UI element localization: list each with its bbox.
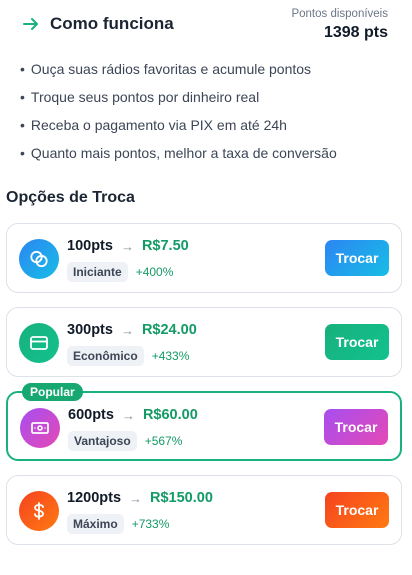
trade-button[interactable]: Trocar <box>325 240 389 276</box>
how-it-works-panel: Como funciona Pontos disponíveis 1398 pt… <box>0 0 412 575</box>
banknote-icon <box>20 408 60 448</box>
exchange-rate: 600pts → R$60.00 <box>68 407 198 423</box>
money-amount: R$7.50 <box>141 238 189 254</box>
money-amount: R$24.00 <box>141 322 197 338</box>
money-amount: R$60.00 <box>142 407 198 423</box>
tier-badge: Iniciante <box>67 262 128 282</box>
tier-row: Iniciante +400% <box>67 262 173 282</box>
available-points-label: Pontos disponíveis <box>291 8 388 20</box>
tier-badge: Vantajoso <box>68 431 137 451</box>
how-it-works-heading: Como funciona <box>22 14 174 34</box>
arrow-right-icon: → <box>120 322 134 338</box>
exchange-option-card-popular: Popular 600pts → R$60.00 Vantajoso +567%… <box>6 383 402 461</box>
points-amount: 1200pts <box>67 490 122 506</box>
available-points: Pontos disponíveis 1398 pts <box>291 8 388 42</box>
tier-row: Econômico +433% <box>67 346 189 366</box>
exchange-option-card: 100pts → R$7.50 Iniciante +400% Trocar <box>6 223 402 293</box>
points-amount: 100pts <box>67 238 113 254</box>
header: Como funciona Pontos disponíveis 1398 pt… <box>0 0 412 52</box>
tier-row: Máximo +733% <box>67 514 169 534</box>
bonus-percent: +733% <box>131 517 170 531</box>
arrow-right-icon: → <box>121 407 135 423</box>
exchange-options-title: Opções de Troca <box>6 189 135 206</box>
list-item: • Troque seus pontos por dinheiro real <box>20 88 400 116</box>
bonus-percent: +567% <box>144 434 183 448</box>
exchange-rate: 1200pts → R$150.00 <box>67 490 213 506</box>
trade-button[interactable]: Trocar <box>324 409 388 445</box>
list-item-text: Receba o pagamento via PIX em até 24h <box>30 117 287 133</box>
credit-card-icon <box>19 323 59 363</box>
bonus-percent: +433% <box>151 349 190 363</box>
bonus-percent: +400% <box>135 265 174 279</box>
exchange-option-card: 1200pts → R$150.00 Máximo +733% Trocar <box>6 475 402 545</box>
how-it-works-list: • Ouça suas rádios favoritas e acumule po… <box>20 60 400 172</box>
list-item: • Quanto mais pontos, melhor a taxa de co… <box>20 144 400 172</box>
popular-badge: Popular <box>22 383 83 401</box>
exchange-rate: 300pts → R$24.00 <box>67 322 197 338</box>
list-item-text: Troque seus pontos por dinheiro real <box>30 89 260 105</box>
arrow-right-icon <box>22 15 40 33</box>
list-item-text: Quanto mais pontos, melhor a taxa de con… <box>30 145 337 161</box>
tier-row: Vantajoso +567% <box>68 431 182 451</box>
exchange-rate: 100pts → R$7.50 <box>67 238 189 254</box>
money-amount: R$150.00 <box>150 490 213 506</box>
dollar-sign-icon <box>19 491 59 531</box>
points-amount: 600pts <box>68 407 114 423</box>
points-amount: 300pts <box>67 322 113 338</box>
available-points-value: 1398 pts <box>323 24 388 41</box>
list-item-text: Ouça suas rádios favoritas e acumule pon… <box>30 61 312 77</box>
tier-badge: Máximo <box>67 514 124 534</box>
how-it-works-title: Como funciona <box>50 14 174 33</box>
trade-button[interactable]: Trocar <box>325 324 389 360</box>
list-item: • Ouça suas rádios favoritas e acumule po… <box>20 60 400 88</box>
coins-icon <box>19 239 59 279</box>
arrow-right-icon: → <box>120 238 134 254</box>
tier-badge: Econômico <box>67 346 144 366</box>
trade-button[interactable]: Trocar <box>325 492 389 528</box>
arrow-right-icon: → <box>129 490 143 506</box>
exchange-option-card: 300pts → R$24.00 Econômico +433% Trocar <box>6 307 402 377</box>
list-item: • Receba o pagamento via PIX em até 24h <box>20 116 400 144</box>
